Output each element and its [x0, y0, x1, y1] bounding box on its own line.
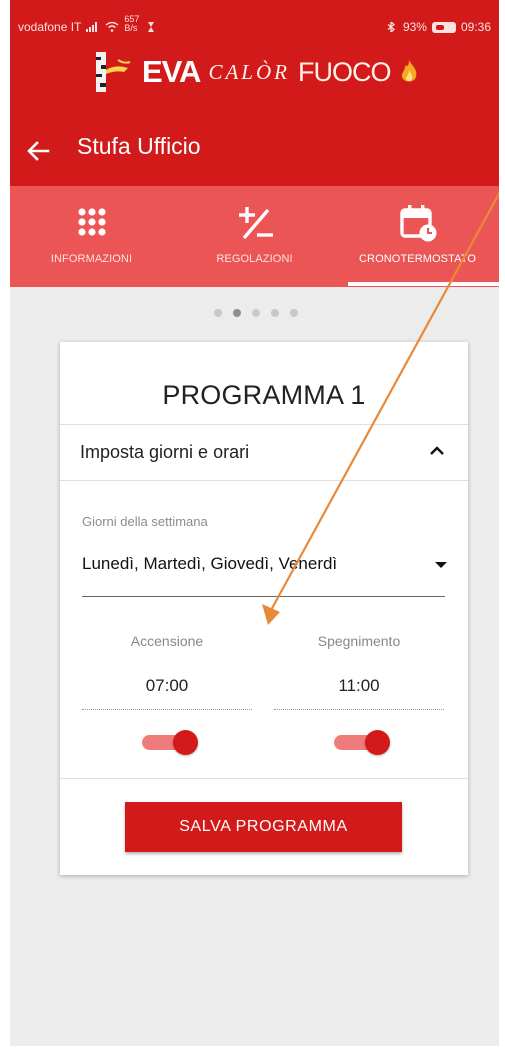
app-screen: vodafone IT 657 B/s 93% 09:36 EVA CALÒR …	[10, 0, 499, 1046]
annotation-arrow	[262, 191, 499, 625]
